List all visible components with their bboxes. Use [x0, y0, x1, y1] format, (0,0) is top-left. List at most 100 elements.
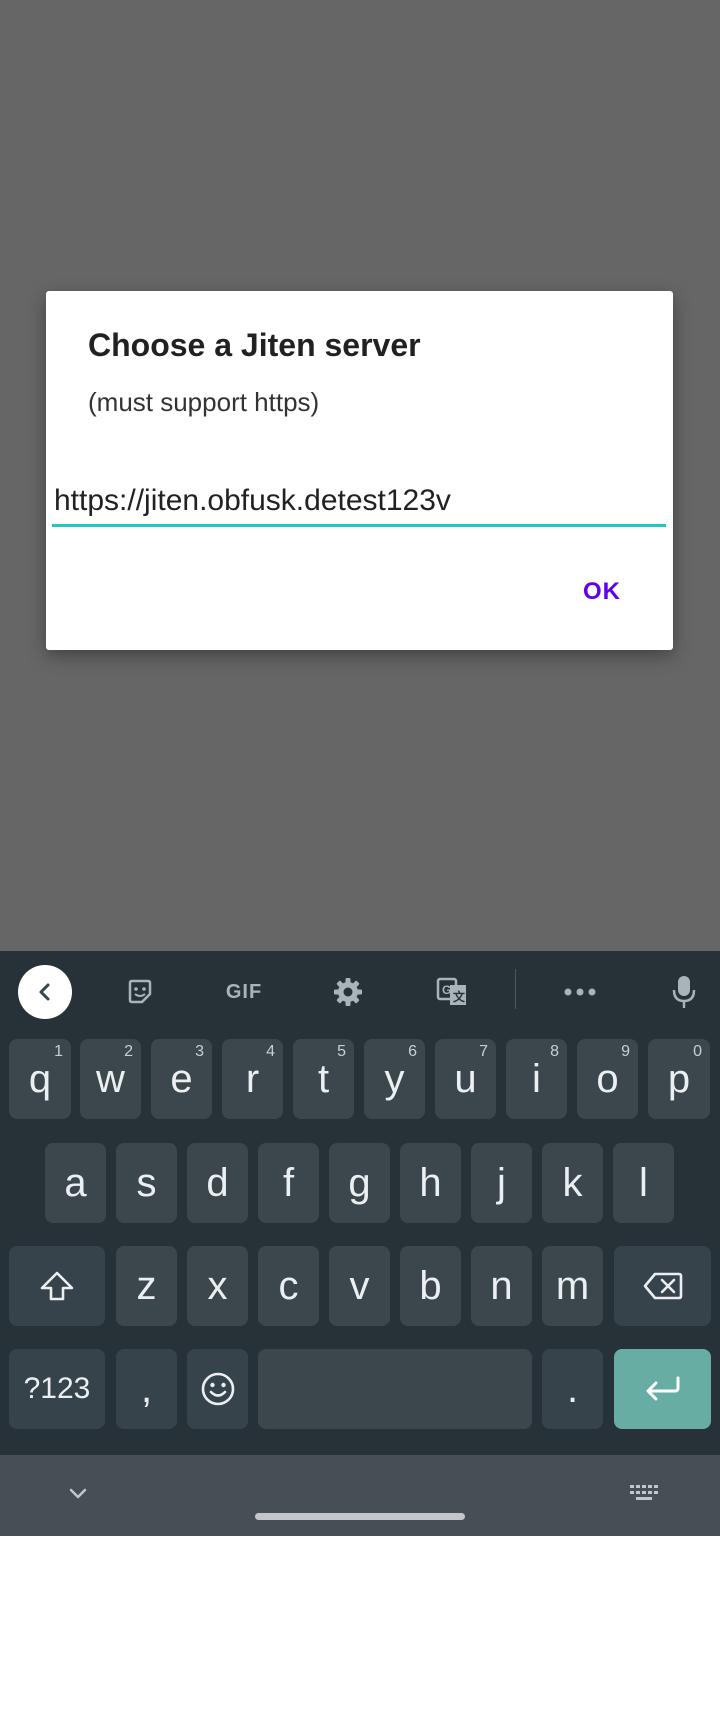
- home-gesture-handle[interactable]: [255, 1513, 465, 1520]
- key-label: k: [562, 1160, 583, 1205]
- ok-button[interactable]: OK: [583, 578, 621, 606]
- key-label: v: [349, 1263, 370, 1308]
- key-g[interactable]: g: [329, 1143, 390, 1223]
- symbols-label: ?123: [23, 1372, 91, 1405]
- toolbar-divider: [515, 969, 516, 1009]
- navigation-bar: [0, 1455, 720, 1536]
- enter-key[interactable]: [614, 1349, 711, 1429]
- key-label: q: [28, 1056, 52, 1101]
- key-label: x: [207, 1263, 228, 1308]
- key-label: d: [206, 1160, 229, 1205]
- key-u[interactable]: u7: [435, 1039, 496, 1119]
- gif-label: GIF: [225, 980, 263, 1003]
- symbols-key[interactable]: ?123: [9, 1349, 105, 1429]
- screen: Choose a Jiten server (must support http…: [0, 0, 720, 1712]
- key-m[interactable]: m: [542, 1246, 603, 1326]
- backspace-icon: [643, 1272, 682, 1300]
- period-key[interactable]: .: [542, 1349, 603, 1429]
- key-p[interactable]: p0: [648, 1039, 710, 1119]
- shift-key[interactable]: [9, 1246, 105, 1326]
- key-label: r: [245, 1056, 260, 1101]
- key-j[interactable]: j: [471, 1143, 532, 1223]
- key-hint: 2: [124, 1043, 133, 1060]
- period-label: .: [566, 1366, 579, 1411]
- back-chevron-icon[interactable]: [18, 965, 72, 1019]
- comma-key[interactable]: ,: [116, 1349, 177, 1429]
- key-d[interactable]: d: [187, 1143, 248, 1223]
- key-k[interactable]: k: [542, 1143, 603, 1223]
- translate-icon[interactable]: G文: [425, 965, 479, 1019]
- space-key[interactable]: [258, 1349, 532, 1429]
- key-hint: 8: [550, 1043, 559, 1060]
- svg-text:G: G: [442, 983, 451, 997]
- key-hint: 6: [408, 1043, 417, 1060]
- shift-icon: [40, 1271, 74, 1301]
- key-label: l: [639, 1160, 648, 1205]
- keyboard-switch-icon[interactable]: [626, 1475, 662, 1511]
- key-b[interactable]: b: [400, 1246, 461, 1326]
- hide-keyboard-chevron-icon[interactable]: [60, 1475, 96, 1511]
- gif-icon[interactable]: GIF: [216, 965, 272, 1019]
- key-c[interactable]: c: [258, 1246, 319, 1326]
- key-hint: 5: [337, 1043, 346, 1060]
- key-hint: 7: [479, 1043, 488, 1060]
- key-label: n: [490, 1263, 513, 1308]
- key-label: t: [317, 1056, 330, 1101]
- key-label: a: [64, 1160, 87, 1205]
- dialog-title: Choose a Jiten server: [88, 327, 421, 363]
- key-z[interactable]: z: [116, 1246, 177, 1326]
- key-n[interactable]: n: [471, 1246, 532, 1326]
- key-label: p: [667, 1056, 691, 1101]
- key-label: z: [136, 1263, 157, 1308]
- more-icon[interactable]: [553, 965, 607, 1019]
- key-v[interactable]: v: [329, 1246, 390, 1326]
- key-label: o: [596, 1056, 619, 1101]
- key-label: h: [419, 1160, 442, 1205]
- mic-icon[interactable]: [657, 965, 711, 1019]
- server-dialog: Choose a Jiten server (must support http…: [46, 291, 673, 650]
- key-i[interactable]: i8: [506, 1039, 567, 1119]
- onscreen-keyboard: GIF G文 q1 w2 e3 r4 t5 y6 u7 i8 o9 p0 a s…: [0, 951, 720, 1536]
- svg-text:文: 文: [453, 989, 466, 1004]
- backspace-key[interactable]: [614, 1246, 711, 1326]
- key-x[interactable]: x: [187, 1246, 248, 1326]
- keyboard-toolbar: GIF G文: [0, 951, 720, 1027]
- key-f[interactable]: f: [258, 1143, 319, 1223]
- key-a[interactable]: a: [45, 1143, 106, 1223]
- enter-icon: [646, 1376, 679, 1401]
- key-label: c: [278, 1263, 299, 1308]
- key-label: j: [497, 1160, 506, 1205]
- comma-label: ,: [140, 1366, 153, 1411]
- key-hint: 1: [54, 1043, 63, 1060]
- key-s[interactable]: s: [116, 1143, 177, 1223]
- key-label: f: [282, 1160, 295, 1205]
- key-hint: 3: [195, 1043, 204, 1060]
- emoji-key[interactable]: [187, 1349, 248, 1429]
- key-hint: 9: [621, 1043, 630, 1060]
- key-r[interactable]: r4: [222, 1039, 283, 1119]
- key-label: i: [532, 1056, 541, 1101]
- key-t[interactable]: t5: [293, 1039, 354, 1119]
- key-e[interactable]: e3: [151, 1039, 212, 1119]
- key-l[interactable]: l: [613, 1143, 674, 1223]
- key-hint: 4: [266, 1043, 275, 1060]
- key-o[interactable]: o9: [577, 1039, 638, 1119]
- sticker-icon[interactable]: [113, 965, 167, 1019]
- key-label: s: [136, 1160, 157, 1205]
- key-w[interactable]: w2: [80, 1039, 141, 1119]
- key-q[interactable]: q1: [9, 1039, 71, 1119]
- key-label: m: [555, 1263, 590, 1308]
- key-label: g: [348, 1160, 371, 1205]
- key-h[interactable]: h: [400, 1143, 461, 1223]
- gear-icon[interactable]: [321, 965, 375, 1019]
- key-label: y: [384, 1056, 405, 1101]
- key-label: w: [96, 1056, 125, 1101]
- key-label: b: [419, 1263, 442, 1308]
- dialog-message: (must support https): [88, 387, 320, 417]
- emoji-icon: [201, 1372, 234, 1406]
- key-y[interactable]: y6: [364, 1039, 425, 1119]
- key-label: e: [170, 1056, 193, 1101]
- key-hint: 0: [693, 1043, 702, 1060]
- key-label: u: [454, 1056, 477, 1101]
- server-url-input[interactable]: [52, 477, 666, 527]
